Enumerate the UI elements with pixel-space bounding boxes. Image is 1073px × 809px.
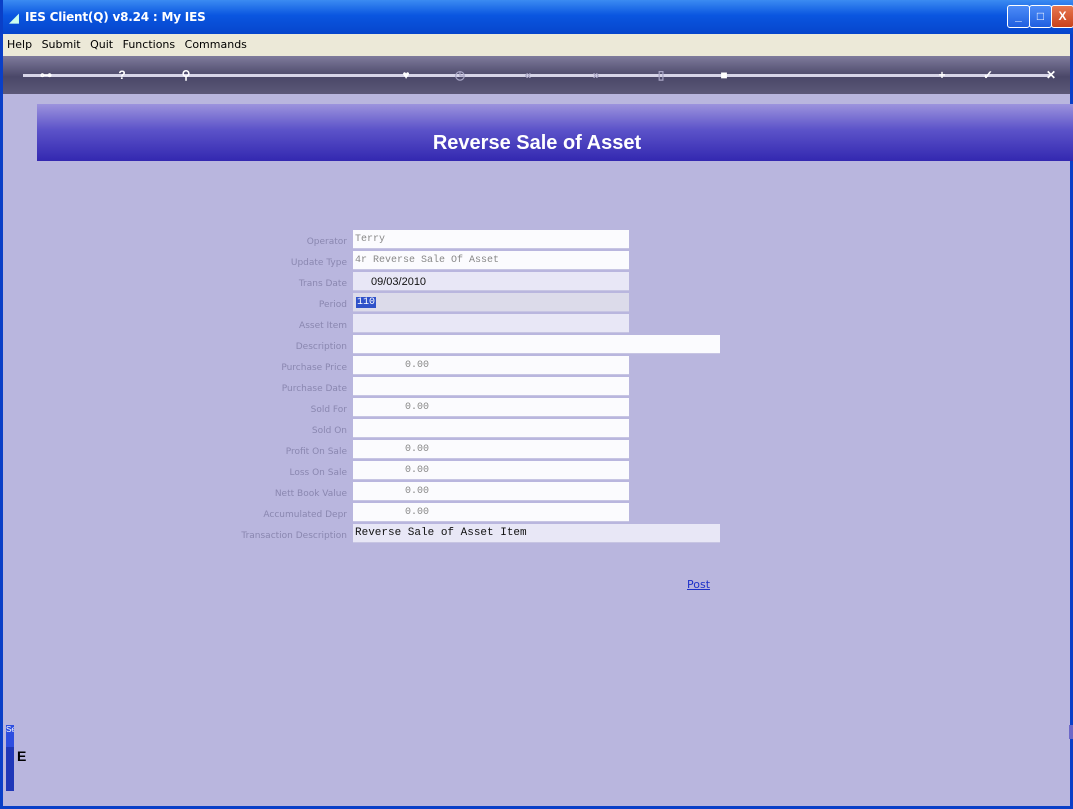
sold-on-label: Sold On bbox=[311, 426, 347, 436]
fast-forward-icon[interactable]: » bbox=[586, 65, 606, 85]
menu-functions[interactable]: Functions bbox=[120, 34, 179, 51]
asset-item-label: Asset Item bbox=[299, 321, 347, 331]
menu-submit[interactable]: Submit bbox=[39, 34, 84, 51]
profit-on-sale-field[interactable]: 0.00 bbox=[353, 440, 629, 459]
loss-on-sale-label: Loss On Sale bbox=[289, 468, 347, 478]
menu-commands[interactable]: Commands bbox=[182, 34, 250, 51]
sold-for-label: Sold For bbox=[310, 405, 347, 415]
add-icon[interactable]: + bbox=[932, 65, 952, 85]
menu-help[interactable]: Help bbox=[3, 34, 35, 51]
transaction-description-field[interactable]: Reverse Sale of Asset Item bbox=[353, 524, 720, 543]
menu-quit[interactable]: Quit bbox=[87, 34, 116, 51]
key-icon[interactable]: ⊶ bbox=[36, 65, 56, 85]
help-icon[interactable]: ? bbox=[112, 65, 132, 85]
update-type-field[interactable]: 4r Reverse Sale Of Asset bbox=[353, 251, 629, 270]
purchase-date-label: Purchase Date bbox=[281, 384, 347, 394]
check-icon[interactable]: ✓ bbox=[978, 65, 998, 85]
period-field[interactable]: 110 bbox=[353, 293, 629, 312]
trans-date-field[interactable]: 09/03/2010 bbox=[353, 272, 629, 291]
close-icon[interactable]: ✕ bbox=[1041, 65, 1061, 85]
operator-field[interactable]: Terry bbox=[353, 230, 629, 249]
transaction-description-label: Transaction Description bbox=[241, 531, 347, 541]
toolbar: ⊶ ? ⚲ ♥ ◷ « » ▯ ■ + ✓ ✕ bbox=[3, 56, 1070, 94]
clock-icon[interactable]: ◷ bbox=[450, 65, 470, 85]
period-label: Period bbox=[318, 300, 347, 310]
nett-book-value-label: Nett Book Value bbox=[274, 489, 347, 499]
rewind-icon[interactable]: « bbox=[518, 65, 538, 85]
operator-label: Operator bbox=[306, 237, 347, 247]
period-value: 110 bbox=[356, 297, 377, 308]
description-field[interactable] bbox=[353, 335, 720, 354]
maximize-button[interactable]: □ bbox=[1029, 5, 1052, 28]
document-icon[interactable]: ▯ bbox=[651, 65, 671, 85]
loss-on-sale-field[interactable]: 0.00 bbox=[353, 461, 629, 480]
trans-date-label: Trans Date bbox=[298, 279, 347, 289]
stop-icon[interactable]: ■ bbox=[714, 65, 734, 85]
accumulated-depr-field[interactable]: 0.00 bbox=[353, 503, 629, 522]
update-type-label: Update Type bbox=[290, 258, 347, 268]
asset-item-field[interactable] bbox=[353, 314, 629, 333]
page-title: Reverse Sale of Asset bbox=[432, 132, 642, 154]
menu-bar: Help Submit Quit Functions Commands bbox=[3, 34, 1070, 56]
scroll-indicator[interactable] bbox=[1069, 725, 1073, 739]
purchase-price-label: Purchase Price bbox=[281, 363, 347, 373]
heart-icon[interactable]: ♥ bbox=[396, 65, 416, 85]
close-window-button[interactable]: X bbox=[1051, 5, 1073, 28]
sold-for-field[interactable]: 0.00 bbox=[353, 398, 629, 417]
accumulated-depr-label: Accumulated Depr bbox=[263, 510, 347, 520]
nett-book-value-field[interactable]: 0.00 bbox=[353, 482, 629, 501]
app-window: ◢ IES Client(Q) v8.24 : My IES _ □ X Hel… bbox=[0, 0, 1073, 809]
window-title: IES Client(Q) v8.24 : My IES bbox=[25, 10, 206, 24]
description-label: Description bbox=[295, 342, 347, 352]
side-tab-label: Se bbox=[6, 725, 14, 747]
page-banner: Reverse Sale of Asset bbox=[37, 104, 1073, 161]
purchase-date-field[interactable] bbox=[353, 377, 629, 396]
sold-on-field[interactable] bbox=[353, 419, 629, 438]
app-icon: ◢ bbox=[9, 10, 19, 25]
title-bar: ◢ IES Client(Q) v8.24 : My IES _ □ X bbox=[3, 0, 1073, 34]
post-link[interactable]: Post bbox=[687, 578, 710, 591]
purchase-price-field[interactable]: 0.00 bbox=[353, 356, 629, 375]
profit-on-sale-label: Profit On Sale bbox=[285, 447, 347, 457]
search-icon[interactable]: ⚲ bbox=[176, 65, 196, 85]
minimize-button[interactable]: _ bbox=[1007, 5, 1030, 28]
side-char: E bbox=[17, 748, 27, 764]
